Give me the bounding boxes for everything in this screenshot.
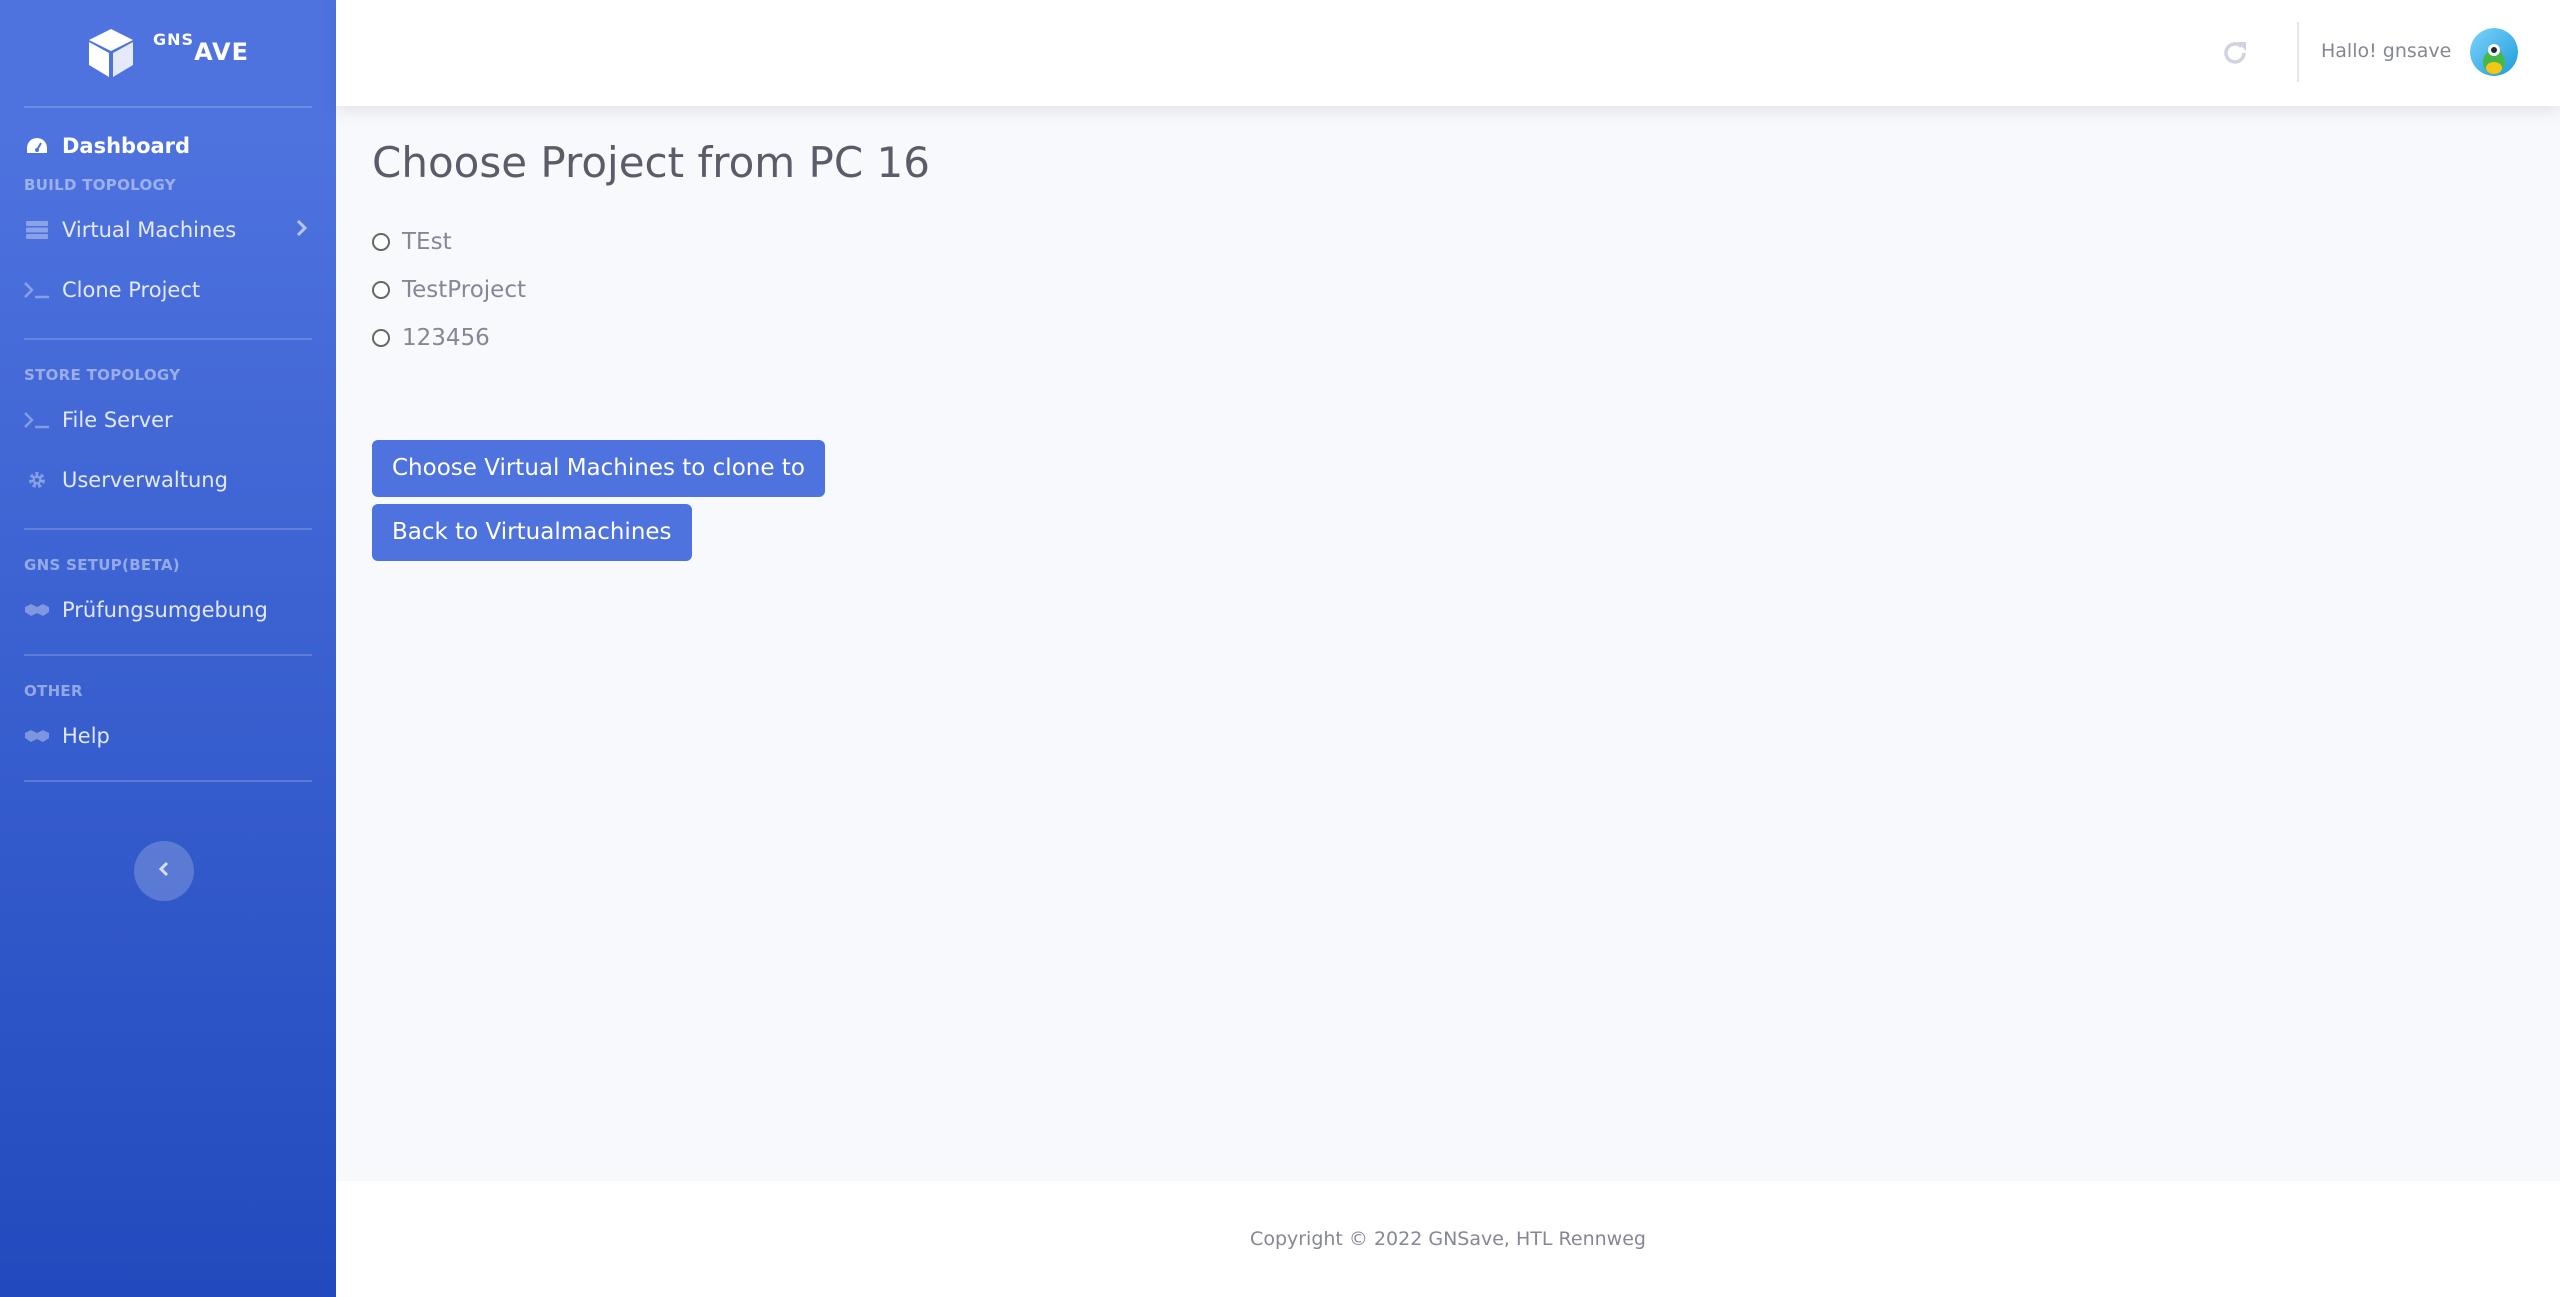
sidebar-item-help[interactable]: Help (0, 706, 336, 766)
footer: Copyright © 2022 GNSave, HTL Rennweg (336, 1181, 2560, 1297)
sidebar-divider (24, 528, 312, 530)
sidebar-item-dashboard[interactable]: Dashboard (0, 116, 336, 176)
terminal-icon (24, 281, 50, 299)
brand-name: GNSAVE (153, 30, 249, 66)
sidebar-heading-gns: GNS SETUP(BETA) (24, 556, 180, 574)
sidebar-item-clone-project[interactable]: Clone Project (0, 260, 336, 320)
project-option[interactable]: TEst (372, 218, 930, 266)
sidebar-item-label: Prüfungsumgebung (62, 598, 268, 622)
sidebar-heading-store: STORE TOPOLOGY (24, 366, 181, 384)
project-option-label: TestProject (402, 277, 526, 304)
refresh-icon[interactable] (2220, 38, 2250, 68)
sidebar-item-label: Virtual Machines (62, 218, 237, 242)
cog-icon (24, 470, 50, 490)
sidebar-item-virtual-machines[interactable]: Virtual Machines (0, 200, 336, 260)
sidebar-item-label: Help (62, 724, 110, 748)
sidebar-heading-build: BUILD TOPOLOGY (24, 176, 176, 194)
project-option-label: TEst (402, 229, 452, 256)
sidebar: GNSAVE Dashboard BUILD TOPOLOGY Virtual … (0, 0, 336, 1297)
copyright-text: Copyright © 2022 GNSave, HTL Rennweg (1250, 1228, 1646, 1250)
sidebar-item-label: Clone Project (62, 278, 201, 302)
sidebar-heading-other: OTHER (24, 682, 83, 700)
handshake-icon (24, 727, 50, 745)
sidebar-item-userverwaltung[interactable]: Userverwaltung (0, 450, 336, 510)
main-content: Choose Project from PC 16 TEst TestProje… (372, 106, 930, 562)
user-avatar[interactable] (2470, 28, 2518, 76)
sidebar-item-label: File Server (62, 408, 173, 432)
sidebar-item-label: Dashboard (62, 134, 191, 158)
radio-button[interactable] (372, 329, 390, 348)
page-title: Choose Project from PC 16 (372, 138, 930, 187)
sidebar-divider (24, 106, 312, 108)
chevron-right-icon (296, 218, 308, 242)
sidebar-divider (24, 780, 312, 782)
topbar-divider (2297, 22, 2299, 82)
project-radio-list: TEst TestProject 123456 (372, 218, 930, 362)
choose-virtual-machines-button[interactable]: Choose Virtual Machines to clone to (372, 440, 825, 498)
radio-button[interactable] (372, 233, 390, 252)
button-group: Choose Virtual Machines to clone to Back… (372, 440, 930, 562)
project-option[interactable]: 123456 (372, 314, 930, 362)
sidebar-item-file-server[interactable]: File Server (0, 390, 336, 450)
sidebar-divider (24, 338, 312, 340)
handshake-icon (24, 601, 50, 619)
project-option-label: 123456 (402, 325, 490, 352)
topbar: Hallo! gnsave (336, 0, 2560, 106)
tachometer-icon (24, 137, 50, 155)
sidebar-item-pruefungsumgebung[interactable]: Prüfungsumgebung (0, 580, 336, 640)
sidebar-item-label: Userverwaltung (62, 468, 228, 492)
brand-link[interactable]: GNSAVE (0, 0, 336, 106)
server-icon (24, 221, 50, 239)
project-option[interactable]: TestProject (372, 266, 930, 314)
chevron-left-icon (158, 860, 170, 882)
back-to-virtualmachines-button[interactable]: Back to Virtualmachines (372, 504, 692, 562)
sidebar-toggle-button[interactable] (134, 841, 194, 901)
sidebar-divider (24, 654, 312, 656)
cube-logo-icon (87, 27, 135, 79)
user-greeting[interactable]: Hallo! gnsave (2321, 40, 2451, 62)
terminal-icon (24, 411, 50, 429)
radio-button[interactable] (372, 281, 390, 300)
